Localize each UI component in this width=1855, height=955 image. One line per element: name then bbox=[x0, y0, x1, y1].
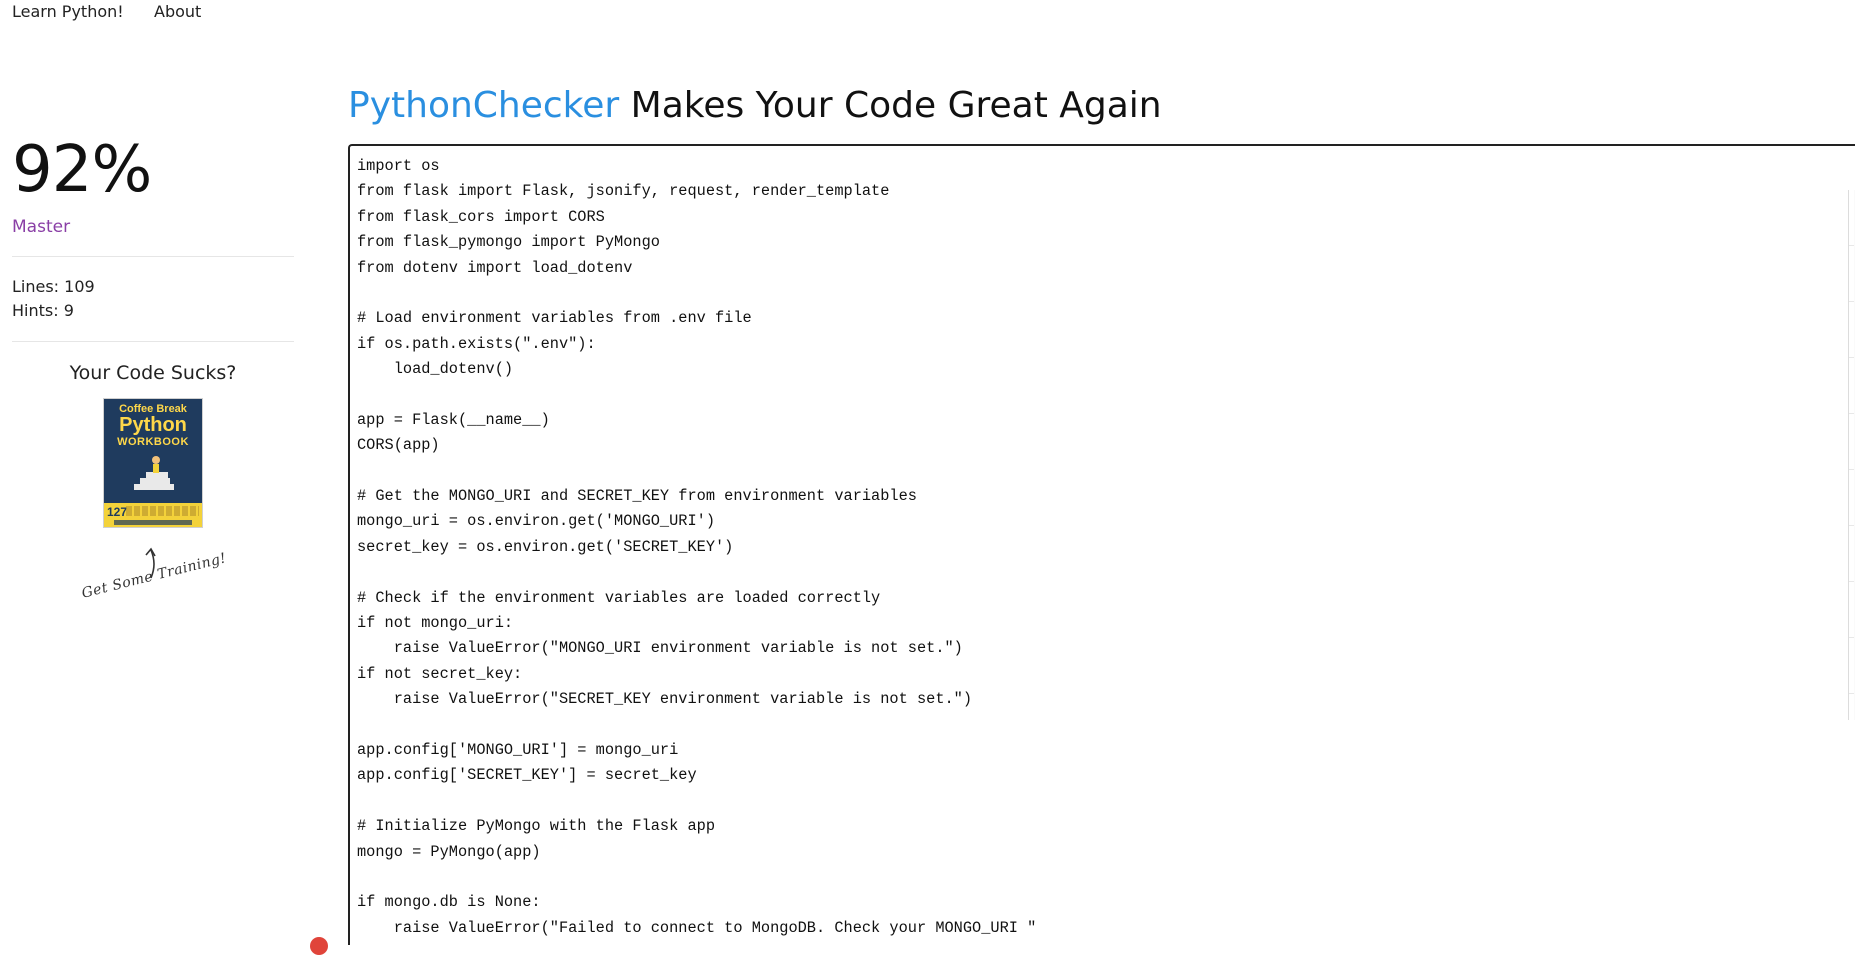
book-cover-subtitle bbox=[126, 506, 199, 516]
hints-count: Hints: 9 bbox=[12, 301, 74, 320]
nav-link-about[interactable]: About bbox=[154, 0, 201, 24]
code-line: raise ValueError("SECRET_KEY environment… bbox=[357, 690, 973, 709]
rank-label: Master bbox=[12, 217, 71, 237]
code-editor[interactable]: import os from flask import Flask, jsonif… bbox=[348, 144, 1855, 945]
code-line: # Initialize PyMongo with the Flask app bbox=[357, 817, 716, 836]
book-cover-author bbox=[114, 520, 192, 525]
training-callout: Get Some Training! bbox=[12, 536, 294, 626]
code-line: app.config['MONGO_URI'] = mongo_uri bbox=[357, 740, 679, 759]
notification-badge[interactable] bbox=[310, 937, 328, 955]
sidebar-divider bbox=[12, 256, 294, 257]
code-line: # Get the MONGO_URI and SECRET_KEY from … bbox=[357, 487, 917, 506]
code-line: from dotenv import load_dotenv bbox=[357, 258, 633, 277]
code-line: if os.path.exists(".env"): bbox=[357, 334, 596, 353]
book-cover-line3: WORKBOOK bbox=[117, 436, 189, 448]
code-line: load_dotenv() bbox=[357, 360, 514, 379]
editor-scroll-thumb[interactable] bbox=[1849, 190, 1854, 720]
code-line: CORS(app) bbox=[357, 436, 440, 455]
book-cover-image[interactable]: Coffee Break Python WORKBOOK 127 bbox=[103, 398, 203, 528]
code-line: app.config['SECRET_KEY'] = secret_key bbox=[357, 766, 697, 785]
code-line: secret_key = os.environ.get('SECRET_KEY'… bbox=[357, 537, 734, 556]
book-cover-band: 127 bbox=[104, 503, 202, 527]
code-line: from flask import Flask, jsonify, reques… bbox=[357, 182, 890, 201]
code-line: if not secret_key: bbox=[357, 664, 523, 683]
code-line: mongo_uri = os.environ.get('MONGO_URI') bbox=[357, 512, 716, 531]
nav-link-learn-python[interactable]: Learn Python! bbox=[12, 0, 124, 24]
results-sidebar: 92% Master Lines: 109 Hints: 9 Your Code… bbox=[12, 130, 294, 626]
sidebar-divider bbox=[12, 341, 294, 342]
code-line: if not mongo_uri: bbox=[357, 614, 514, 633]
promo-title: Your Code Sucks? bbox=[69, 362, 237, 384]
book-cover-line2: Python bbox=[119, 414, 187, 436]
page-tagline: Makes Your Code Great Again bbox=[619, 85, 1162, 126]
editor-scrollbar[interactable] bbox=[1848, 190, 1855, 720]
code-line: from flask_cors import CORS bbox=[357, 207, 605, 226]
code-line: app = Flask(__name__) bbox=[357, 410, 550, 429]
book-cover-count: 127 bbox=[107, 505, 128, 519]
training-promo: Your Code Sucks? Coffee Break Python WOR… bbox=[12, 360, 294, 626]
code-line: from flask_pymongo import PyMongo bbox=[357, 233, 660, 252]
code-line: if mongo.db is None: bbox=[357, 893, 541, 912]
code-line: # Check if the environment variables are… bbox=[357, 588, 881, 607]
code-line: import os bbox=[357, 157, 440, 175]
code-line: raise ValueError("MONGO_URI environment … bbox=[357, 639, 963, 658]
code-line: raise ValueError("Failed to connect to M… bbox=[357, 918, 1037, 937]
code-line: # Load environment variables from .env f… bbox=[357, 309, 752, 328]
brand-name: PythonChecker bbox=[348, 85, 620, 126]
page-title: PythonChecker Makes Your Code Great Agai… bbox=[348, 80, 1162, 132]
lines-count: Lines: 109 bbox=[12, 277, 95, 296]
code-line: mongo = PyMongo(app) bbox=[357, 842, 541, 861]
code-text-area[interactable]: import os from flask import Flask, jsonif… bbox=[350, 146, 1855, 941]
score-percentage: 92% bbox=[12, 133, 152, 207]
book-cover-illustration-icon bbox=[134, 456, 174, 490]
